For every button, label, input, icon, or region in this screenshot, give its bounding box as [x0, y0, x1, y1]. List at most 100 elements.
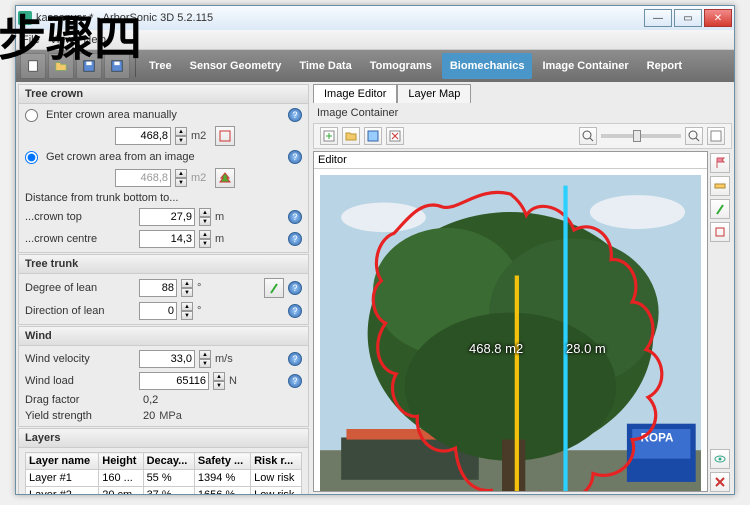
img-settings-icon[interactable]: [707, 127, 725, 145]
unit: °: [197, 305, 217, 317]
tool-delete-icon[interactable]: [710, 472, 730, 492]
tab-tomograms[interactable]: Tomograms: [362, 53, 440, 79]
group-header: Tree crown: [19, 85, 308, 104]
spinner[interactable]: ▲▼: [199, 230, 211, 248]
layers-table: Layer name Height Decay... Safety ... Ri…: [25, 452, 302, 494]
tab-image-container[interactable]: Image Container: [534, 53, 636, 79]
zoom-in-icon[interactable]: [579, 127, 597, 145]
tool-lean-icon[interactable]: [710, 199, 730, 219]
help-icon[interactable]: ?: [288, 304, 302, 318]
label-lean: Degree of lean: [25, 282, 135, 294]
overlay-area-text: 468.8 m2: [469, 341, 523, 356]
label-wind-velocity: Wind velocity: [25, 353, 135, 365]
group-tree-crown: Tree crown Enter crown area manually ? 4…: [18, 84, 309, 253]
overlay-height-text: 28.0 m: [566, 341, 606, 356]
tool-area-icon[interactable]: [710, 222, 730, 242]
spinner[interactable]: ▲▼: [199, 208, 211, 226]
spinner[interactable]: ▲▼: [213, 372, 225, 390]
spinner[interactable]: ▲▼: [199, 350, 211, 368]
yield-strength-value: 20: [139, 410, 155, 422]
right-tabs: Image Editor Layer Map: [313, 84, 732, 103]
spinner[interactable]: ▲▼: [181, 279, 193, 297]
tool-ruler-icon[interactable]: [710, 176, 730, 196]
label-drag-factor: Drag factor: [25, 394, 135, 406]
group-header: Tree trunk: [19, 255, 308, 274]
tab-tree[interactable]: Tree: [141, 53, 180, 79]
unit: N: [229, 375, 249, 387]
help-icon[interactable]: ?: [288, 281, 302, 295]
label-crown-image: Get crown area from an image: [46, 151, 195, 163]
tree-image: ROPA: [320, 175, 701, 491]
table-row[interactable]: Layer #2 20 cm 37 % 1656 % Low risk: [26, 487, 302, 495]
help-icon[interactable]: ?: [288, 150, 302, 164]
maximize-button[interactable]: ▭: [674, 9, 702, 27]
step-overlay-text: 步骤四: [0, 0, 142, 69]
editor-label: Editor: [314, 152, 707, 169]
group-wind: Wind Wind velocity 33,0 ▲▼ m/s ? Wind lo…: [18, 326, 309, 427]
radio-crown-manual[interactable]: [25, 109, 38, 122]
img-folder-icon[interactable]: [342, 127, 360, 145]
unit: °: [197, 282, 217, 294]
unit: MPa: [159, 410, 179, 422]
label-wind-load: Wind load: [25, 375, 135, 387]
help-icon[interactable]: ?: [288, 210, 302, 224]
lean-tool-icon[interactable]: [264, 278, 284, 298]
help-icon[interactable]: ?: [288, 374, 302, 388]
help-icon[interactable]: ?: [288, 352, 302, 366]
label-direction: Direction of lean: [25, 305, 135, 317]
img-add-icon[interactable]: [320, 127, 338, 145]
crown-image-value: 468,8: [115, 169, 171, 187]
image-toolbar: [313, 123, 732, 149]
lean-value[interactable]: 88: [139, 279, 177, 297]
tab-image-editor[interactable]: Image Editor: [313, 84, 397, 103]
tab-report[interactable]: Report: [639, 53, 690, 79]
group-header: Wind: [19, 327, 308, 346]
minimize-button[interactable]: —: [644, 9, 672, 27]
unit: m: [215, 211, 235, 223]
crown-manual-value[interactable]: 468,8: [115, 127, 171, 145]
tool-visibility-icon[interactable]: [710, 449, 730, 469]
tab-sensor-geometry[interactable]: Sensor Geometry: [182, 53, 290, 79]
radio-crown-image[interactable]: [25, 151, 38, 164]
image-container-label: Image Container: [313, 105, 732, 121]
img-image-icon[interactable]: [364, 127, 382, 145]
wind-velocity-value[interactable]: 33,0: [139, 350, 195, 368]
label-crown-centre: ...crown centre: [25, 233, 135, 245]
help-icon[interactable]: ?: [288, 108, 302, 122]
col-risk[interactable]: Risk r...: [251, 453, 302, 470]
tree-outline-tool-icon[interactable]: [215, 168, 235, 188]
col-safety[interactable]: Safety ...: [194, 453, 250, 470]
label-crown-manual: Enter crown area manually: [46, 109, 177, 121]
label-distance: Distance from trunk bottom to...: [25, 192, 302, 204]
spinner[interactable]: ▲▼: [175, 169, 187, 187]
img-delete-icon[interactable]: [386, 127, 404, 145]
label-yield-strength: Yield strength: [25, 410, 135, 422]
unit: m2: [191, 130, 211, 142]
wind-load-value[interactable]: 65116: [139, 372, 209, 390]
table-row[interactable]: Layer #1 160 ... 55 % 1394 % Low risk: [26, 470, 302, 487]
unit: m/s: [215, 353, 235, 365]
col-height[interactable]: Height: [99, 453, 143, 470]
group-layers: Layers Layer name Height Decay... Safety…: [18, 428, 309, 494]
zoom-slider[interactable]: [601, 134, 681, 138]
close-button[interactable]: ✕: [704, 9, 732, 27]
area-tool-icon[interactable]: [215, 126, 235, 146]
tab-biomechanics[interactable]: Biomechanics: [442, 53, 533, 79]
editor-canvas[interactable]: ROPA: [314, 169, 707, 491]
crown-centre-value[interactable]: 14,3: [139, 230, 195, 248]
spinner[interactable]: ▲▼: [175, 127, 187, 145]
direction-value[interactable]: 0: [139, 302, 177, 320]
unit: m: [215, 233, 235, 245]
crown-top-value[interactable]: 27,9: [139, 208, 195, 226]
label-crown-top: ...crown top: [25, 211, 135, 223]
zoom-out-icon[interactable]: [685, 127, 703, 145]
tool-flag-icon[interactable]: [710, 153, 730, 173]
help-icon[interactable]: ?: [288, 232, 302, 246]
content-area: Tree crown Enter crown area manually ? 4…: [16, 82, 734, 494]
col-name[interactable]: Layer name: [26, 453, 99, 470]
tab-time-data[interactable]: Time Data: [291, 53, 359, 79]
tab-layer-map[interactable]: Layer Map: [397, 84, 471, 103]
col-decay[interactable]: Decay...: [143, 453, 194, 470]
spinner[interactable]: ▲▼: [181, 302, 193, 320]
left-panel: Tree crown Enter crown area manually ? 4…: [16, 82, 311, 494]
